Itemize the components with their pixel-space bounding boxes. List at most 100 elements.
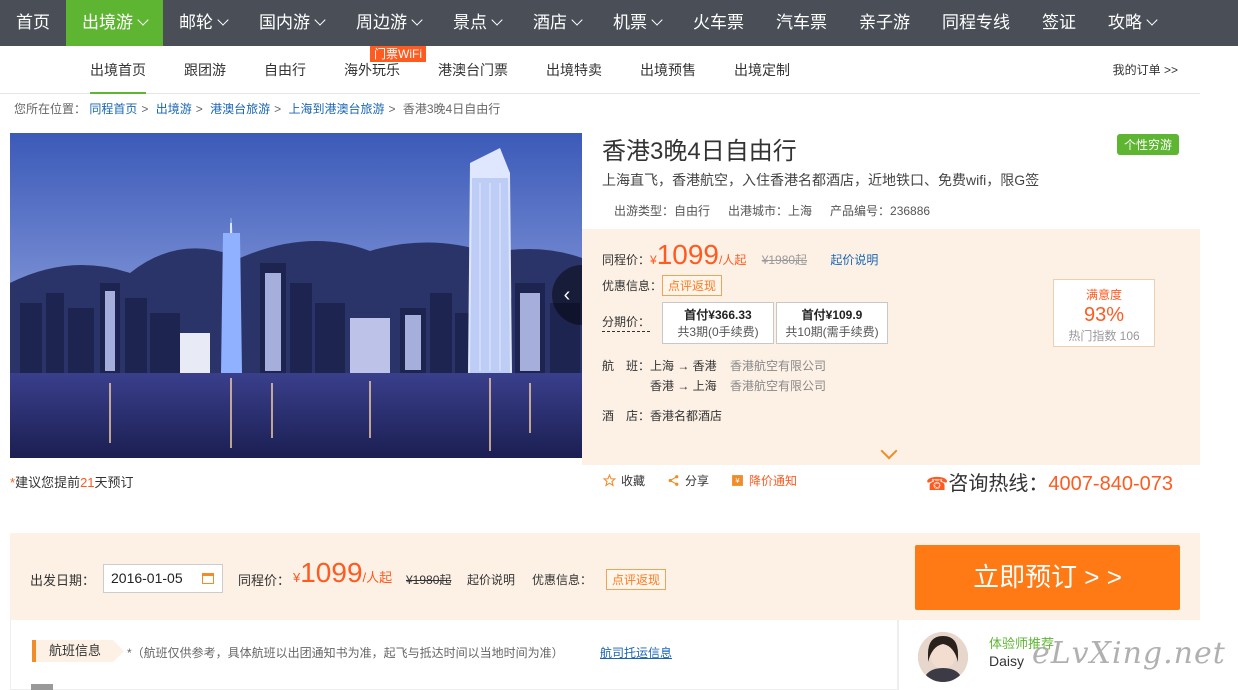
price-drop-icon: ¥ bbox=[732, 475, 743, 486]
product-hero-image: ‹ bbox=[10, 133, 582, 458]
product-code: 产品编号：236886 bbox=[830, 204, 931, 218]
hotline-number: 4007-840-073 bbox=[1048, 473, 1173, 495]
booking-price-unit: /人起 bbox=[362, 570, 393, 585]
chevron-down-icon bbox=[137, 14, 149, 26]
section-marker bbox=[31, 684, 53, 690]
booking-discount-label: 优惠信息： bbox=[532, 573, 593, 587]
chevron-down-icon bbox=[651, 14, 663, 26]
subnav-item-overseas-sale[interactable]: 出境特卖 bbox=[546, 46, 602, 94]
topnav-item-3[interactable]: 国内游 bbox=[243, 0, 340, 46]
breadcrumb-link-overseas[interactable]: 出境游 bbox=[156, 102, 192, 116]
topnav-item-label: 机票 bbox=[613, 13, 647, 32]
booking-price-label: 同程价： bbox=[238, 573, 291, 588]
topnav-item-label: 签证 bbox=[1042, 13, 1076, 32]
subnav-item-overseas-custom[interactable]: 出境定制 bbox=[734, 46, 790, 94]
breadcrumb-link-hk-macau-tw[interactable]: 港澳台旅游 bbox=[210, 102, 270, 116]
topnav-item-13[interactable]: 攻略 bbox=[1092, 0, 1172, 46]
departure-date-value: 2016-01-05 bbox=[111, 570, 183, 586]
advice-post: 天预订 bbox=[94, 475, 134, 490]
topnav-item-label: 邮轮 bbox=[179, 13, 213, 32]
chevron-down-icon bbox=[217, 14, 229, 26]
departure-date-input[interactable]: 2016-01-05 bbox=[103, 564, 223, 593]
calendar-icon[interactable] bbox=[202, 573, 214, 584]
installment-10-sub: 共10期(需手续费) bbox=[785, 325, 879, 339]
price-row: 同程价：¥1099/人起 ¥1980起 起价说明 bbox=[602, 239, 878, 271]
travel-type: 出游类型：自由行 bbox=[614, 204, 711, 218]
subnav-item-overseas-fun[interactable]: 海外玩乐 bbox=[344, 54, 400, 86]
flight-info-note: *（航班仅供参考，具体航班以出团通知书为准，起飞与抵达时间以当地时间为准） bbox=[127, 646, 564, 660]
book-now-button[interactable]: 立即预订 > > bbox=[915, 545, 1180, 610]
flight-info-section: 航班信息 *（航班仅供参考，具体航班以出团通知书为准，起飞与抵达时间以当地时间为… bbox=[10, 620, 898, 690]
topnav-item-label: 火车票 bbox=[693, 13, 744, 32]
flight-return-airline: 香港航空有限公司 bbox=[730, 379, 827, 393]
topnav-item-label: 酒店 bbox=[533, 13, 567, 32]
topnav-item-10[interactable]: 亲子游 bbox=[843, 0, 926, 46]
booking-advice: *建议您提前21天预订 bbox=[10, 472, 134, 491]
chevron-down-icon bbox=[491, 14, 503, 26]
subnav-item-free-travel[interactable]: 自由行 bbox=[264, 46, 306, 94]
installment-option-3[interactable]: 首付¥366.33 共3期(0手续费) bbox=[662, 302, 774, 344]
product-actions: 收藏 分享 ¥ 降价通知 bbox=[603, 472, 797, 489]
original-price: ¥1980起 bbox=[761, 253, 808, 267]
top-nav: 首页 出境游 邮轮 国内游 周边游 景点 酒店 机票 火车票 汽车票 亲子游 同程专线 签证 攻略 bbox=[0, 0, 1238, 46]
avatar[interactable] bbox=[918, 632, 968, 682]
chevron-down-icon bbox=[411, 14, 423, 26]
topnav-item-1[interactable]: 出境游 bbox=[66, 0, 163, 46]
flight-outbound: 上海 → 香港 香港航空有限公司 bbox=[650, 357, 826, 374]
breadcrumb-prefix: 您所在位置： bbox=[14, 102, 87, 116]
topnav-item-label: 出境游 bbox=[82, 13, 133, 32]
price-currency: ¥ bbox=[650, 253, 657, 267]
topnav-item-2[interactable]: 邮轮 bbox=[163, 0, 243, 46]
chevron-down-icon bbox=[571, 14, 583, 26]
expand-chevron-icon[interactable] bbox=[880, 442, 898, 460]
price-alert-label: 降价通知 bbox=[749, 474, 798, 488]
sub-nav: 出境首页 跟团游 自由行 门票WiFi 海外玩乐 港澳台门票 出境特卖 出境预售… bbox=[0, 46, 1200, 94]
hong-kong-skyline-illustration bbox=[10, 133, 582, 458]
price-alert-button[interactable]: ¥ 降价通知 bbox=[731, 472, 797, 489]
breadcrumb-current: 香港3晚4日自由行 bbox=[402, 102, 501, 116]
flight-info-tab[interactable]: 航班信息 bbox=[32, 640, 125, 662]
installment-option-10[interactable]: 首付¥109.9 共10期(需手续费) bbox=[776, 302, 888, 344]
topnav-item-label: 攻略 bbox=[1108, 13, 1142, 32]
hotline: ☎咨询热线：4007-840-073 bbox=[926, 467, 1173, 496]
installment-10-head: 首付¥109.9 bbox=[801, 308, 863, 322]
booking-original-price: ¥1980起 bbox=[406, 573, 452, 587]
topnav-item-12[interactable]: 签证 bbox=[1026, 0, 1092, 46]
topnav-item-9[interactable]: 汽车票 bbox=[760, 0, 843, 46]
booking-price-explain-link[interactable]: 起价说明 bbox=[467, 571, 515, 588]
hotline-label: 咨询热线： bbox=[948, 473, 1049, 495]
subnav-item-overseas-presale[interactable]: 出境预售 bbox=[640, 46, 696, 94]
price-value: 1099 bbox=[656, 239, 719, 270]
breadcrumb-link-shanghai-to-hk[interactable]: 上海到港澳台旅游 bbox=[288, 102, 384, 116]
satisfaction-box: 满意度 93% 热门指数 106 bbox=[1053, 279, 1155, 347]
subnav-item-overseas-home[interactable]: 出境首页 bbox=[90, 46, 146, 94]
share-icon bbox=[668, 475, 679, 486]
topnav-item-8[interactable]: 火车票 bbox=[677, 0, 760, 46]
share-label: 分享 bbox=[685, 474, 710, 488]
hot-index: 热门指数 106 bbox=[1068, 329, 1140, 343]
topnav-item-4[interactable]: 周边游 bbox=[340, 0, 437, 46]
topnav-item-label: 周边游 bbox=[356, 13, 407, 32]
subnav-item-hk-macau-tickets[interactable]: 港澳台门票 bbox=[438, 46, 508, 94]
topnav-item-5[interactable]: 景点 bbox=[437, 0, 517, 46]
topnav-item-6[interactable]: 酒店 bbox=[517, 0, 597, 46]
topnav-item-11[interactable]: 同程专线 bbox=[926, 0, 1026, 46]
installment-label: 分期价： bbox=[602, 313, 651, 332]
review-cashback-tag[interactable]: 点评返现 bbox=[662, 275, 723, 296]
booking-price: ¥1099/人起 bbox=[293, 557, 392, 589]
topnav-item-0[interactable]: 首页 bbox=[0, 0, 66, 46]
booking-review-cashback-tag[interactable]: 点评返现 bbox=[606, 569, 667, 590]
share-button[interactable]: 分享 bbox=[667, 472, 709, 489]
installment-3-sub: 共3期(0手续费) bbox=[677, 325, 759, 339]
avatar-portrait bbox=[918, 632, 968, 682]
price-explain-link[interactable]: 起价说明 bbox=[830, 253, 878, 267]
topnav-item-label: 亲子游 bbox=[859, 13, 910, 32]
topnav-item-7[interactable]: 机票 bbox=[597, 0, 677, 46]
airline-baggage-link[interactable]: 航司托运信息 bbox=[600, 644, 672, 661]
star-icon bbox=[603, 474, 616, 487]
subnav-item-group-tour[interactable]: 跟团游 bbox=[184, 46, 226, 94]
flight-return-route: 香港 → 上海 bbox=[650, 379, 717, 393]
favorite-button[interactable]: 收藏 bbox=[603, 472, 645, 489]
breadcrumb-link-home[interactable]: 同程首页 bbox=[89, 102, 137, 116]
my-order-link[interactable]: 我的订单 >> bbox=[1113, 46, 1178, 94]
